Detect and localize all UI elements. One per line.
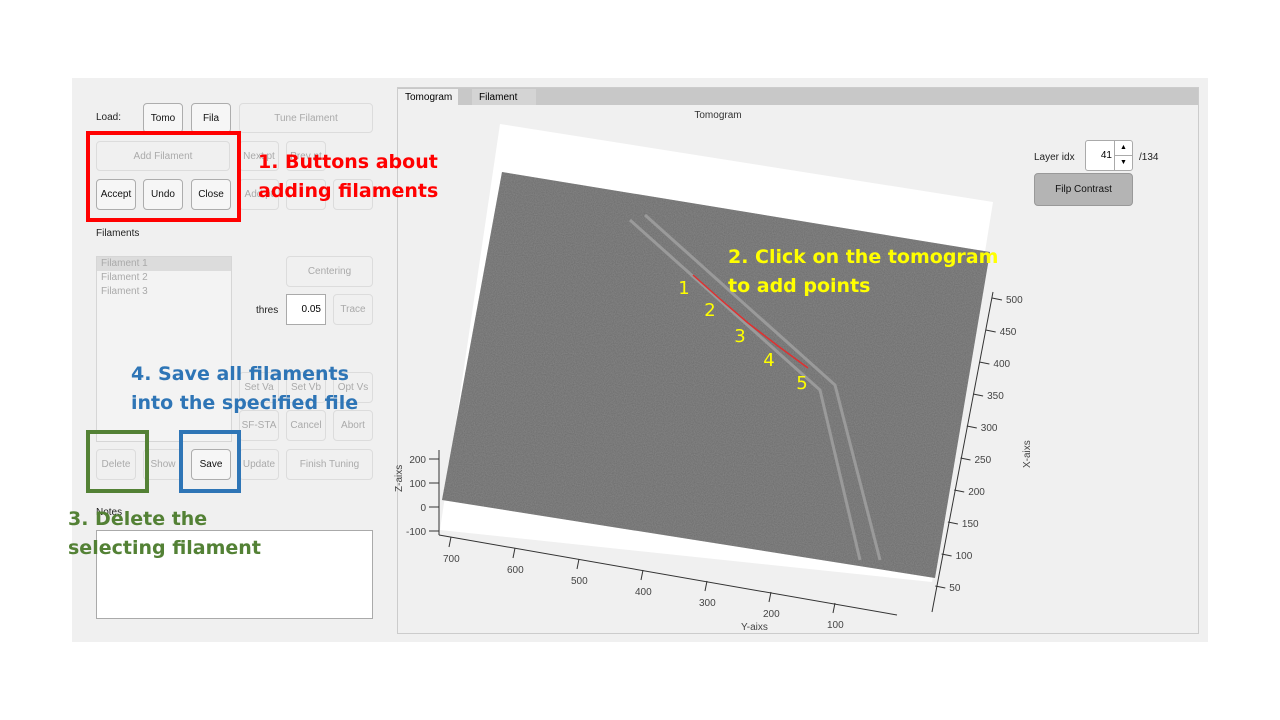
- x-tick-label: 50: [949, 583, 961, 594]
- z-tick-label: 200: [409, 455, 426, 466]
- y-tick-label: 100: [827, 620, 844, 631]
- y-tick: [576, 558, 580, 570]
- annotation-box-delete: [86, 430, 149, 493]
- annotation-1: 1. Buttons about adding filaments: [258, 151, 439, 202]
- x-tick: [985, 329, 996, 333]
- z-tick-label: 0: [420, 503, 426, 514]
- x-tick: [979, 361, 990, 365]
- y-tick: [640, 569, 644, 581]
- x-tick-label: 250: [975, 455, 992, 466]
- point-label: 3: [734, 326, 745, 347]
- x-tick-label: 300: [981, 423, 998, 434]
- point-label: 4: [763, 350, 774, 371]
- x-tick-label: 500: [1006, 295, 1023, 306]
- point-label: 5: [796, 373, 807, 394]
- x-tick: [960, 457, 971, 461]
- z-axis-label: Z-aixs: [394, 465, 405, 492]
- annotation-3: 3. Delete the selecting filament: [68, 508, 261, 559]
- x-tick-label: 450: [1000, 327, 1017, 338]
- y-tick: [448, 536, 452, 548]
- y-tick-label: 500: [571, 576, 588, 587]
- point-label: 2: [704, 300, 715, 321]
- annotation-box-add: [86, 131, 241, 222]
- y-tick-label: 300: [699, 598, 716, 609]
- y-tick: [704, 580, 708, 592]
- z-tick-label: 100: [409, 479, 426, 490]
- x-tick-label: 150: [962, 519, 979, 530]
- y-tick-label: 400: [635, 587, 652, 598]
- annotation-box-save: [179, 430, 241, 493]
- y-tick-label: 200: [763, 609, 780, 620]
- z-tick-label: -100: [406, 527, 426, 538]
- x-tick-label: 200: [968, 487, 985, 498]
- x-axis-label: X-aixs: [1022, 440, 1033, 468]
- y-axis-label: Y-aixs: [741, 622, 768, 633]
- annotation-4: 4. Save all filaments into the specified …: [131, 363, 359, 414]
- y-tick-label: 600: [507, 565, 524, 576]
- x-tick-label: 350: [987, 391, 1004, 402]
- x-tick: [954, 489, 965, 493]
- y-tick: [768, 591, 772, 603]
- y-tick-label: 700: [443, 554, 460, 565]
- x-tick: [973, 393, 984, 397]
- x-tick-label: 400: [993, 359, 1010, 370]
- x-tick-label: 100: [956, 551, 973, 562]
- annotation-2: 2. Click on the tomogram to add points: [728, 246, 999, 297]
- y-tick: [512, 547, 516, 559]
- point-label: 1: [678, 278, 689, 299]
- x-tick: [966, 425, 977, 429]
